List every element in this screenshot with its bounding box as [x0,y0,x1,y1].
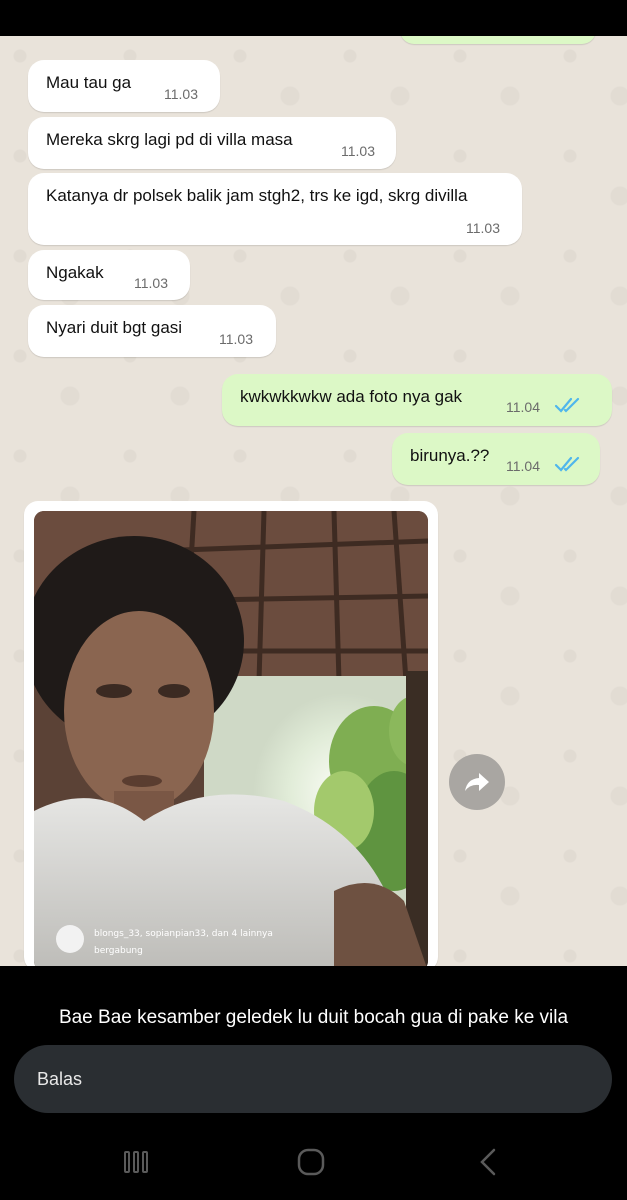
message-time: 11.03 [219,331,253,347]
message-time: 11.03 [341,143,375,159]
photo-overlay-text: blongs_33, sopianpian33, dan 4 lainnya [94,929,273,939]
recent-apps-icon [124,1151,148,1173]
partial-message-bubble[interactable] [400,36,596,44]
message-time: 11.03 [164,86,198,102]
message-bubble-outgoing[interactable]: kwkwkkwkw ada foto nya gak 11.04 [222,374,612,426]
message-time: 11.03 [466,220,500,236]
message-bubble[interactable]: Nyari duit bgt gasi 11.03 [28,305,276,357]
home-icon [297,1148,325,1176]
message-time: 11.03 [134,275,168,291]
message-bubble-outgoing[interactable]: birunya.?? 11.04 [392,433,600,485]
navigation-bar [0,1120,627,1200]
back-button[interactable] [468,1144,508,1180]
photo-image[interactable]: blongs_33, sopianpian33, dan 4 lainnya b… [34,511,428,966]
message-bubble[interactable]: Katanya dr polsek balik jam stgh2, trs k… [28,173,522,245]
forward-share-icon [465,773,489,791]
message-text: Katanya dr polsek balik jam stgh2, trs k… [46,186,468,205]
story-caption: Bae Bae kesamber geledek lu duit bocah g… [58,1007,569,1028]
reply-input[interactable]: Balas [14,1045,612,1113]
message-text: Mereka skrg lagi pd di villa masa [46,130,293,149]
photo-message[interactable]: blongs_33, sopianpian33, dan 4 lainnya b… [24,501,438,966]
photo-overlay-text: bergabung [94,946,143,956]
forward-button[interactable] [449,754,505,810]
back-icon [480,1148,496,1176]
status-bar [0,0,627,36]
message-text: Mau tau ga [46,73,132,92]
message-time: 11.04 [506,399,540,415]
message-bubble[interactable]: Ngakak 11.03 [28,250,190,300]
recent-apps-button[interactable] [116,1144,156,1180]
message-text: birunya.?? [410,446,490,465]
message-text: kwkwkkwkw ada foto nya gak [240,387,463,406]
reply-placeholder: Balas [37,1069,83,1089]
double-check-icon [554,456,580,472]
message-text: Ngakak [46,263,104,282]
double-check-icon [554,397,580,413]
message-bubble[interactable]: Mereka skrg lagi pd di villa masa 11.03 [28,117,396,169]
message-bubble[interactable]: Mau tau ga 11.03 [28,60,220,112]
message-time: 11.04 [506,458,540,474]
message-text: Nyari duit bgt gasi [46,318,183,337]
home-button[interactable] [291,1144,331,1180]
chat-area[interactable]: Mau tau ga 11.03 Mereka skrg lagi pd di … [0,36,627,966]
